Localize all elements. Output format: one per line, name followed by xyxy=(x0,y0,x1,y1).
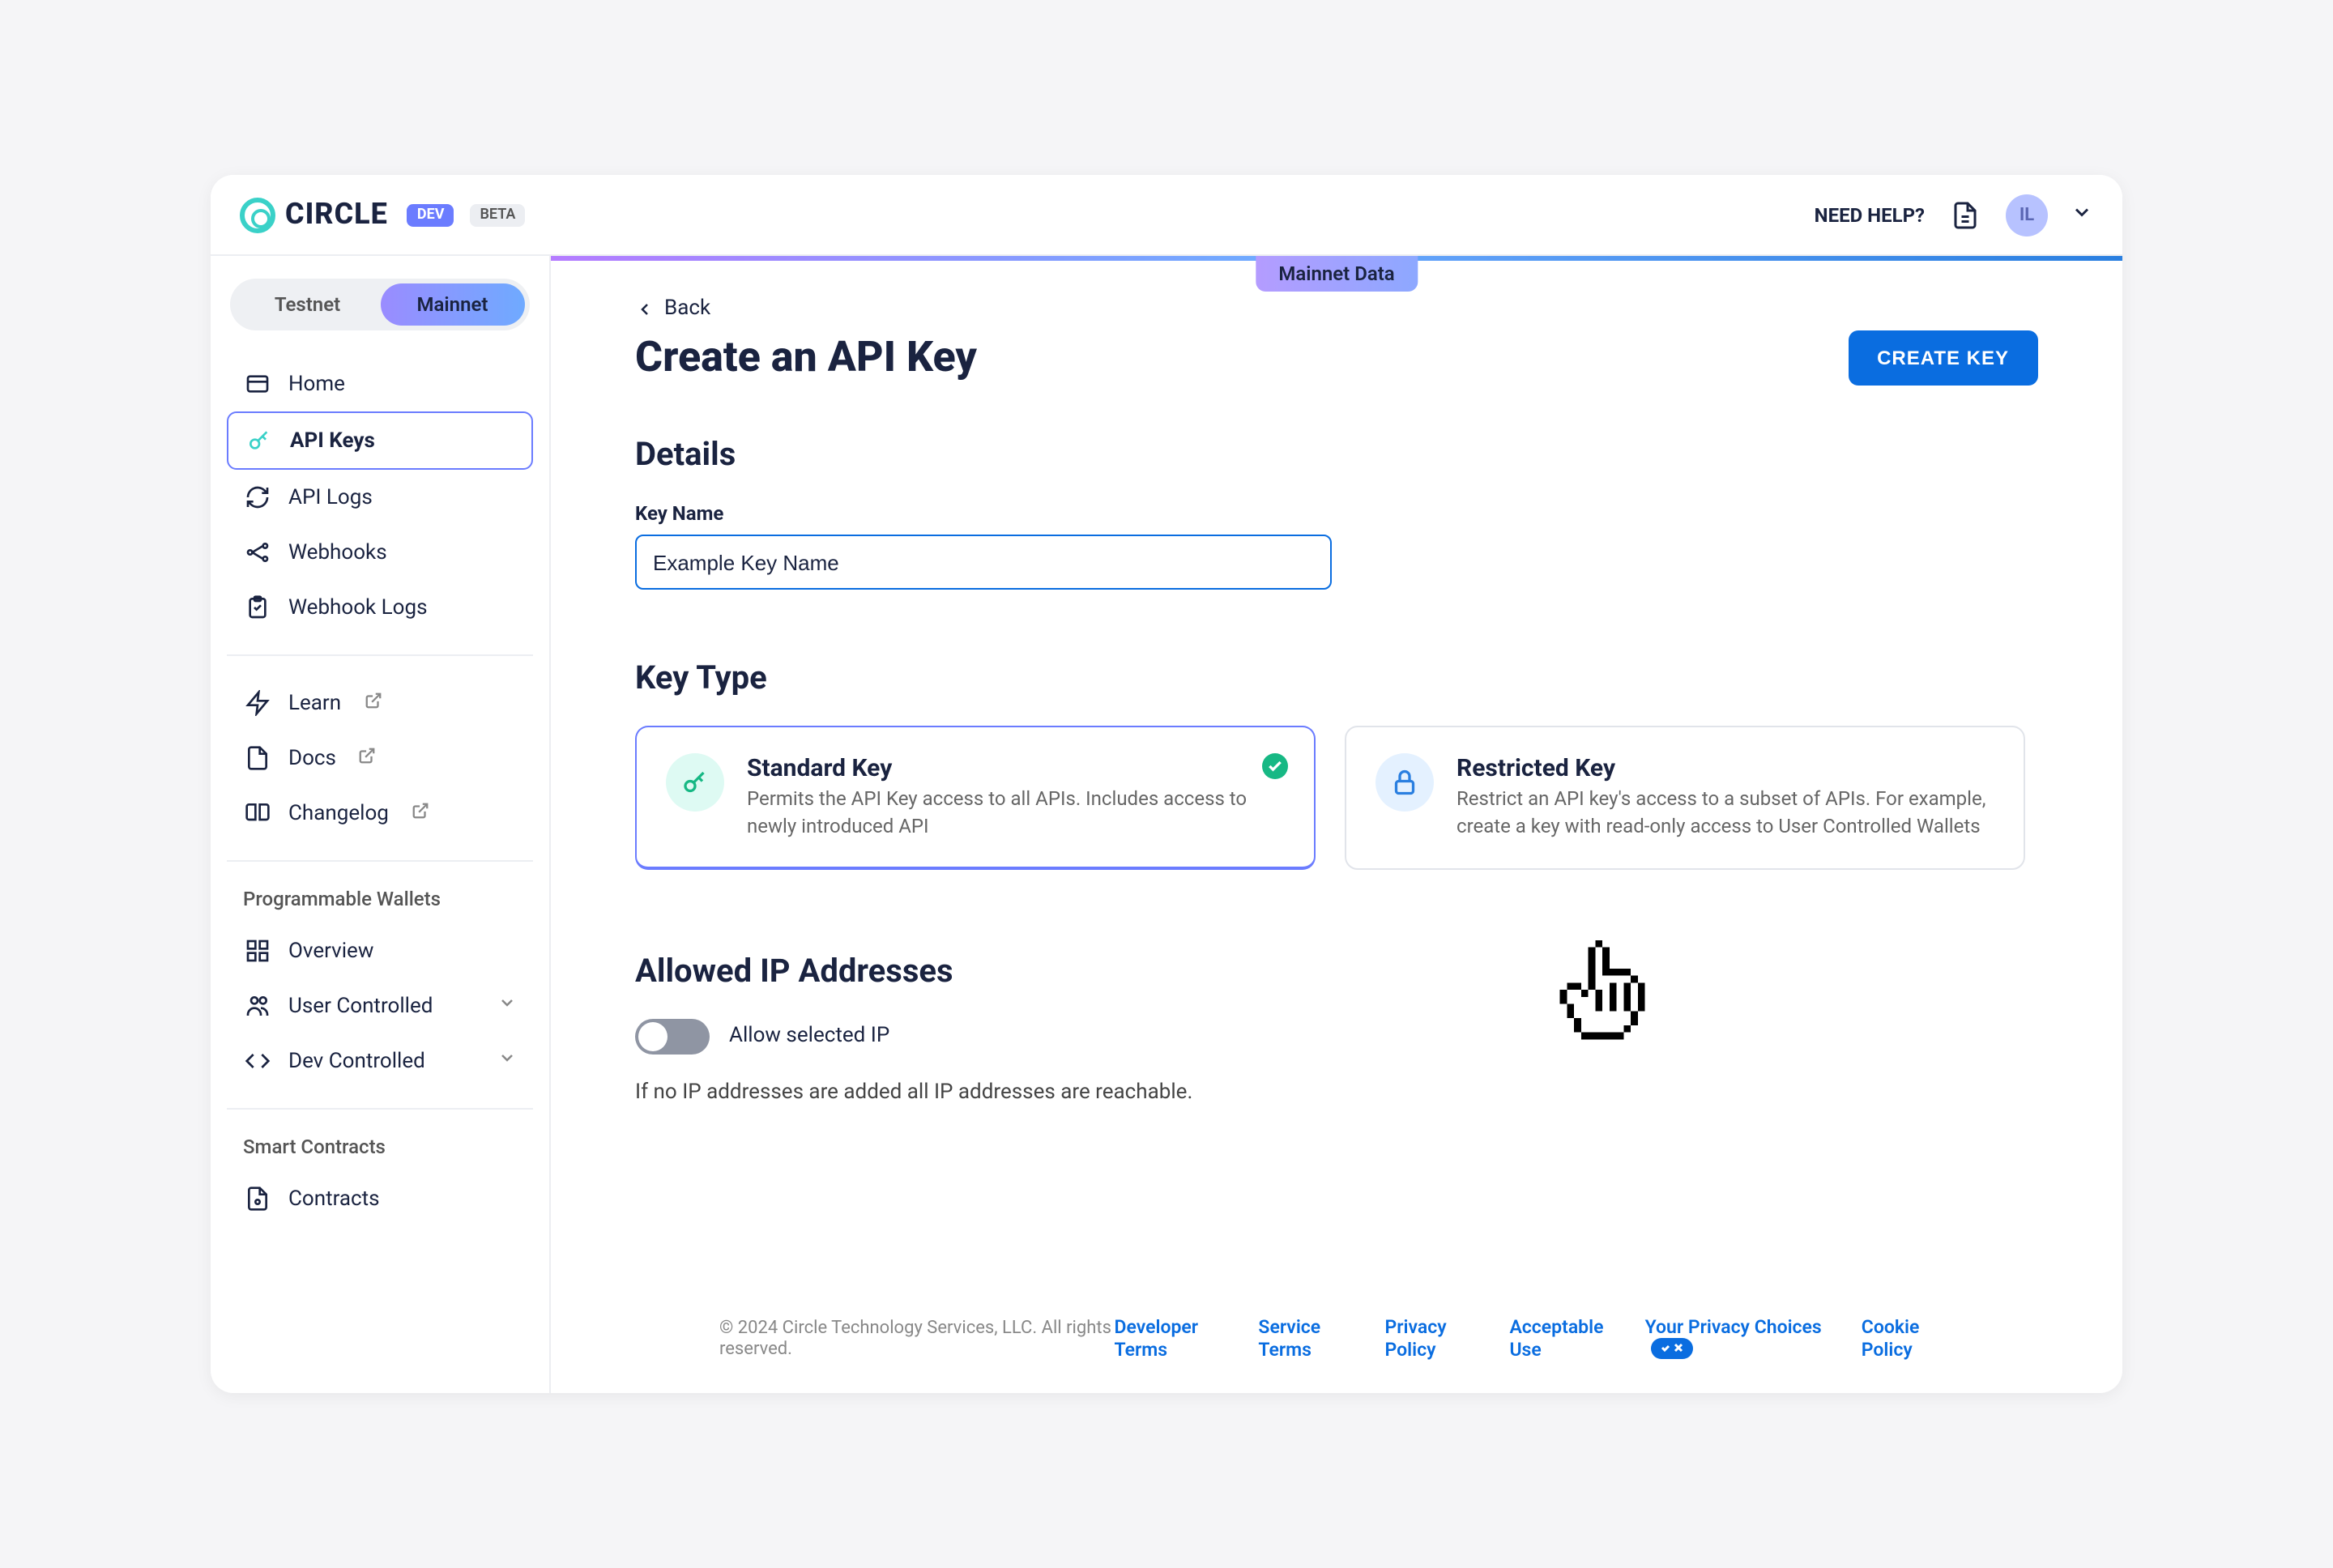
footer: © 2024 Circle Technology Services, LLC. … xyxy=(635,1282,2038,1393)
key-type-description: Permits the API Key access to all APIs. … xyxy=(747,786,1285,840)
dev-badge: DEV xyxy=(407,203,454,226)
external-link-icon xyxy=(359,746,377,770)
section-heading-programmable-wallets: Programmable Wallets xyxy=(227,881,533,923)
topbar: CIRCLE DEV BETA NEED HELP? IL xyxy=(211,175,2122,256)
allow-selected-ip-toggle[interactable] xyxy=(635,1018,710,1054)
contract-icon xyxy=(243,1184,272,1213)
footer-link-cookie-policy[interactable]: Cookie Policy xyxy=(1862,1315,1954,1361)
sidebar-item-label: Webhooks xyxy=(288,540,387,565)
sidebar-item-label: Home xyxy=(288,372,345,396)
divider xyxy=(227,860,533,862)
brand-word: CIRCLE xyxy=(285,198,388,232)
sidebar-item-changelog[interactable]: Changelog xyxy=(227,786,533,841)
sidebar-item-label: API Logs xyxy=(288,485,373,509)
beta-badge: BETA xyxy=(470,203,525,226)
external-link-icon xyxy=(412,801,429,825)
external-link-icon xyxy=(364,691,382,715)
sidebar-item-home[interactable]: Home xyxy=(227,356,533,411)
sidebar-item-label: Webhook Logs xyxy=(288,595,428,620)
check-icon xyxy=(1262,753,1288,779)
users-icon xyxy=(243,991,272,1020)
sidebar-item-label: Learn xyxy=(288,691,341,715)
footer-link-developer-terms[interactable]: Developer Terms xyxy=(1115,1315,1230,1361)
file-icon xyxy=(243,744,272,773)
sidebar: Testnet Mainnet Home API Keys API Logs W… xyxy=(211,256,551,1393)
sidebar-item-label: Changelog xyxy=(288,801,389,825)
chevron-down-icon xyxy=(497,993,517,1019)
chevron-left-icon xyxy=(635,299,655,318)
profile-chevron-down-icon[interactable] xyxy=(2071,199,2093,230)
home-icon xyxy=(243,369,272,398)
sidebar-item-user-controlled[interactable]: User Controlled xyxy=(227,978,533,1033)
lock-icon xyxy=(1375,753,1434,812)
section-heading-key-type: Key Type xyxy=(635,658,2038,697)
key-type-card-restricted[interactable]: Restricted Key Restrict an API key's acc… xyxy=(1345,726,2025,869)
divider xyxy=(227,1108,533,1110)
avatar[interactable]: IL xyxy=(2006,194,2048,236)
env-testnet[interactable]: Testnet xyxy=(235,283,380,326)
sidebar-item-label: Docs xyxy=(288,746,336,770)
section-heading-smart-contracts: Smart Contracts xyxy=(227,1129,533,1171)
sidebar-item-label: API Keys xyxy=(290,428,375,453)
sidebar-item-learn[interactable]: Learn xyxy=(227,675,533,731)
back-button[interactable]: Back xyxy=(635,296,710,321)
section-heading-details: Details xyxy=(635,434,2038,473)
book-icon xyxy=(243,799,272,828)
code-icon xyxy=(243,1046,272,1076)
sidebar-item-dev-controlled[interactable]: Dev Controlled xyxy=(227,1033,533,1089)
key-icon xyxy=(666,753,724,812)
divider xyxy=(227,654,533,656)
footer-link-privacy-policy[interactable]: Privacy Policy xyxy=(1385,1315,1481,1361)
create-key-button[interactable]: CREATE KEY xyxy=(1848,330,2038,386)
need-help-link[interactable]: NEED HELP? xyxy=(1815,203,1925,226)
sidebar-item-label: Overview xyxy=(288,939,373,963)
sidebar-item-label: Contracts xyxy=(288,1187,380,1211)
circle-logo-icon xyxy=(240,197,275,232)
document-icon[interactable] xyxy=(1947,197,1983,232)
footer-link-service-terms[interactable]: Service Terms xyxy=(1258,1315,1355,1361)
env-mainnet[interactable]: Mainnet xyxy=(380,283,525,326)
sidebar-item-webhook-logs[interactable]: Webhook Logs xyxy=(227,580,533,635)
toggle-knob xyxy=(638,1021,667,1050)
toggle-label: Allow selected IP xyxy=(729,1024,889,1048)
key-icon xyxy=(245,426,274,455)
key-type-card-standard[interactable]: Standard Key Permits the API Key access … xyxy=(635,726,1316,869)
brand-logo[interactable]: CIRCLE DEV BETA xyxy=(240,197,525,232)
footer-link-acceptable-use[interactable]: Acceptable Use xyxy=(1509,1315,1615,1361)
privacy-choices-icon xyxy=(1652,1337,1694,1358)
refresh-icon xyxy=(243,483,272,512)
allowed-ip-hint: If no IP addresses are added all IP addr… xyxy=(635,1080,2038,1104)
grid-icon xyxy=(243,936,272,965)
key-type-title: Standard Key xyxy=(747,753,1285,782)
key-name-input[interactable] xyxy=(635,535,1332,590)
clipboard-icon xyxy=(243,593,272,622)
sidebar-item-webhooks[interactable]: Webhooks xyxy=(227,525,533,580)
sidebar-item-label: User Controlled xyxy=(288,994,433,1018)
bolt-icon xyxy=(243,688,272,718)
webhook-icon xyxy=(243,538,272,567)
page-title: Create an API Key xyxy=(635,334,977,382)
env-toggle: Testnet Mainnet xyxy=(230,279,530,330)
key-type-description: Restrict an API key's access to a subset… xyxy=(1457,786,1994,840)
sidebar-item-contracts[interactable]: Contracts xyxy=(227,1171,533,1226)
mainnet-data-tag: Mainnet Data xyxy=(1256,256,1417,292)
sidebar-item-api-logs[interactable]: API Logs xyxy=(227,470,533,525)
back-label: Back xyxy=(664,296,710,321)
key-name-label: Key Name xyxy=(635,502,2038,525)
section-heading-allowed-ip: Allowed IP Addresses xyxy=(635,950,2038,989)
sidebar-item-docs[interactable]: Docs xyxy=(227,731,533,786)
sidebar-item-label: Dev Controlled xyxy=(288,1049,425,1073)
chevron-down-icon xyxy=(497,1048,517,1074)
sidebar-item-overview[interactable]: Overview xyxy=(227,923,533,978)
sidebar-item-api-keys[interactable]: API Keys xyxy=(227,411,533,470)
key-type-title: Restricted Key xyxy=(1457,753,1994,782)
copyright-text: © 2024 Circle Technology Services, LLC. … xyxy=(719,1317,1115,1359)
footer-link-privacy-choices[interactable]: Your Privacy Choices xyxy=(1645,1314,1832,1361)
main-content: Mainnet Data Back Create an API Key CREA… xyxy=(551,256,2122,1393)
